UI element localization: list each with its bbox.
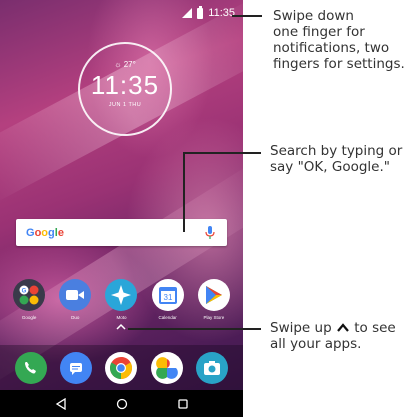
clock-time: 11:35	[90, 70, 160, 100]
app-play-store[interactable]: Play Store	[194, 279, 234, 320]
callout-search: Search by typing or say "OK, Google."	[270, 143, 402, 175]
callout-line-search-horizontal	[183, 152, 261, 154]
app-google-folder[interactable]: G Google	[9, 279, 49, 320]
app-moto[interactable]: Moto	[101, 279, 141, 320]
recents-icon[interactable]	[177, 398, 189, 410]
callout-line-text: Swipe up	[270, 320, 332, 336]
chevron-up-icon	[337, 323, 349, 332]
chevron-up-icon[interactable]	[114, 322, 128, 332]
signal-icon	[182, 8, 193, 18]
home-icon[interactable]	[116, 398, 128, 410]
messages-icon[interactable]	[60, 351, 93, 384]
screenshot-root: 11:35 ☼ 27° 11:35 JUN 1 THU Google G Goo…	[0, 0, 414, 417]
phone-home-screen: 11:35 ☼ 27° 11:35 JUN 1 THU Google G Goo…	[0, 0, 243, 417]
google-search-bar[interactable]: Google	[16, 219, 227, 246]
calendar-badge: 31	[163, 293, 172, 302]
callout-line-apps	[128, 328, 261, 330]
callout-apps: Swipe up to see all your apps.	[270, 320, 396, 352]
clock-date: JUN 1 THU	[108, 102, 142, 108]
callout-line-text: Search by typing or	[270, 143, 403, 159]
moto-icon	[105, 279, 138, 311]
app-label: Moto	[116, 315, 127, 320]
back-icon[interactable]	[55, 397, 67, 410]
navigation-bar	[0, 390, 243, 417]
app-row: G Google Duo Moto 31 Calendar Play Store	[0, 279, 243, 320]
chrome-icon[interactable]	[105, 351, 138, 384]
mic-icon[interactable]	[203, 225, 217, 241]
phone-icon[interactable]	[14, 351, 47, 384]
callout-line-notifications	[232, 15, 262, 17]
photos-icon[interactable]	[150, 351, 183, 384]
status-bar[interactable]: 11:35	[0, 0, 243, 26]
google-logo: Google	[26, 226, 64, 239]
weather-readout: ☼ 27°	[114, 60, 136, 69]
battery-icon	[197, 5, 204, 19]
duo-icon	[59, 279, 92, 311]
callout-line-text: one finger for	[273, 24, 365, 40]
callout-line-text: to see	[354, 320, 396, 336]
svg-text:G: G	[22, 289, 27, 295]
dock	[0, 345, 243, 390]
status-time: 11:35	[208, 7, 235, 19]
callout-line-text: fingers for settings.	[273, 56, 405, 72]
callout-notifications: Swipe down one finger for notifications,…	[273, 8, 405, 72]
app-label: Calendar	[158, 315, 177, 320]
callout-line-text: notifications, two	[273, 40, 390, 56]
callout-line-text: Swipe down	[273, 8, 354, 24]
callout-apps-line1: Swipe up to see	[270, 320, 396, 336]
app-calendar[interactable]: 31 Calendar	[148, 279, 188, 320]
app-label: Play Store	[203, 315, 225, 320]
camera-icon[interactable]	[196, 351, 229, 384]
google-folder-icon: G	[13, 279, 46, 311]
callout-line-search-vertical	[183, 152, 185, 232]
callout-line-text: all your apps.	[270, 336, 362, 352]
play-store-icon	[197, 279, 230, 311]
callout-line-text: say "OK, Google."	[270, 159, 390, 175]
app-label: Duo	[71, 315, 80, 320]
app-duo[interactable]: Duo	[55, 279, 95, 320]
calendar-icon: 31	[151, 279, 184, 311]
clock-widget[interactable]: ☼ 27° 11:35 JUN 1 THU	[78, 42, 172, 136]
app-label: Google	[21, 315, 37, 320]
